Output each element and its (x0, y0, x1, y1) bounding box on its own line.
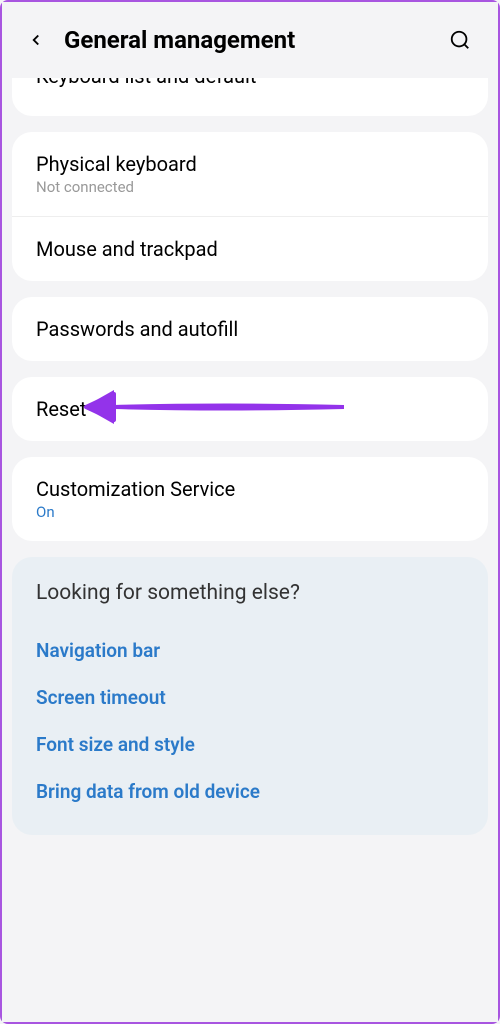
link-screen-timeout[interactable]: Screen timeout (36, 674, 464, 721)
item-title: Passwords and autofill (36, 317, 464, 341)
clipped-item-title: Keyboard list and default (36, 78, 256, 88)
suggestions-title: Looking for something else? (36, 581, 464, 605)
item-mouse-trackpad[interactable]: Mouse and trackpad (12, 216, 488, 281)
link-navigation-bar[interactable]: Navigation bar (36, 627, 464, 674)
search-icon (449, 29, 471, 51)
item-title: Mouse and trackpad (36, 237, 464, 261)
item-title: Customization Service (36, 477, 464, 501)
back-button[interactable] (16, 20, 56, 60)
chevron-left-icon (27, 31, 45, 49)
item-title: Reset (36, 397, 86, 421)
page-title: General management (64, 26, 440, 54)
annotation-arrow (84, 384, 354, 434)
item-title: Physical keyboard (36, 152, 464, 176)
item-passwords-autofill[interactable]: Passwords and autofill (12, 297, 488, 361)
link-font-size-style[interactable]: Font size and style (36, 721, 464, 768)
item-physical-keyboard[interactable]: Physical keyboard Not connected (12, 132, 488, 216)
card-customization: Customization Service On (12, 457, 488, 541)
clipped-card[interactable]: Keyboard list and default (12, 78, 488, 116)
link-bring-data[interactable]: Bring data from old device (36, 768, 464, 815)
item-subtitle: On (36, 503, 464, 521)
card-reset: Reset (12, 377, 488, 441)
item-reset[interactable]: Reset (12, 377, 488, 441)
item-subtitle: Not connected (36, 178, 464, 196)
search-button[interactable] (440, 20, 480, 60)
card-passwords: Passwords and autofill (12, 297, 488, 361)
header: General management (12, 2, 488, 78)
suggestions-card: Looking for something else? Navigation b… (12, 557, 488, 835)
item-customization-service[interactable]: Customization Service On (12, 457, 488, 541)
card-input-devices: Physical keyboard Not connected Mouse an… (12, 132, 488, 281)
